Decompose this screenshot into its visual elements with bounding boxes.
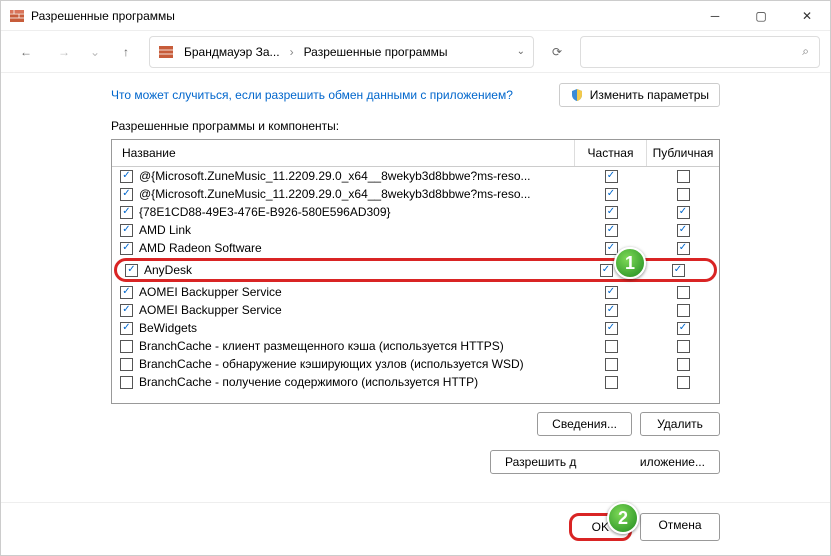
- row-enabled-checkbox[interactable]: ✓: [120, 206, 133, 219]
- help-link[interactable]: Что может случиться, если разрешить обме…: [111, 88, 513, 102]
- col-name[interactable]: Название: [112, 140, 575, 166]
- private-checkbox[interactable]: ✓: [605, 188, 618, 201]
- public-checkbox[interactable]: ✓: [672, 264, 685, 277]
- breadcrumb-seg2[interactable]: Разрешенные программы: [304, 45, 448, 59]
- public-checkbox[interactable]: [677, 188, 690, 201]
- cancel-button[interactable]: Отмена: [640, 513, 720, 541]
- row-enabled-checkbox[interactable]: ✓: [120, 188, 133, 201]
- col-public[interactable]: Публичная: [647, 140, 719, 166]
- minimize-button[interactable]: ─: [692, 1, 738, 31]
- public-checkbox[interactable]: [677, 376, 690, 389]
- row-label: AOMEI Backupper Service: [139, 303, 282, 317]
- private-checkbox[interactable]: ✓: [600, 264, 613, 277]
- titlebar: Разрешенные программы ─ ▢ ✕: [1, 1, 830, 31]
- row-enabled-checkbox[interactable]: [120, 340, 133, 353]
- chevron-down-icon[interactable]: ⌄: [517, 46, 525, 57]
- public-checkbox[interactable]: ✓: [677, 206, 690, 219]
- table-row[interactable]: BranchCache - клиент размещенного кэша (…: [112, 337, 719, 355]
- table-row[interactable]: ✓ @{Microsoft.ZuneMusic_11.2209.29.0_x64_…: [112, 185, 719, 203]
- delete-button[interactable]: Удалить: [640, 412, 720, 436]
- public-checkbox[interactable]: ✓: [677, 224, 690, 237]
- table-row[interactable]: ✓ AOMEI Backupper Service ✓: [112, 283, 719, 301]
- row-label: {78E1CD88-49E3-476E-B926-580E596AD309}: [139, 205, 391, 219]
- marker-2: 2: [607, 502, 639, 534]
- row-enabled-checkbox[interactable]: ✓: [120, 304, 133, 317]
- table-row[interactable]: BranchCache - обнаружение кэширующих узл…: [112, 355, 719, 373]
- breadcrumb-seg1[interactable]: Брандмауэр За...: [184, 45, 280, 59]
- row-enabled-checkbox[interactable]: ✓: [120, 286, 133, 299]
- forward-button[interactable]: →: [49, 37, 79, 67]
- search-input[interactable]: ⌕: [580, 36, 820, 68]
- private-checkbox[interactable]: ✓: [605, 206, 618, 219]
- breadcrumb[interactable]: Брандмауэр За... › Разрешенные программы…: [149, 36, 534, 68]
- private-checkbox[interactable]: [605, 358, 618, 371]
- row-enabled-checkbox[interactable]: ✓: [120, 322, 133, 335]
- row-label: BranchCache - обнаружение кэширующих узл…: [139, 357, 524, 371]
- chevron-right-icon: ›: [290, 45, 294, 59]
- row-enabled-checkbox[interactable]: ✓: [120, 242, 133, 255]
- row-enabled-checkbox[interactable]: ✓: [120, 170, 133, 183]
- table-row[interactable]: ✓ @{Microsoft.ZuneMusic_11.2209.29.0_x64_…: [112, 167, 719, 185]
- details-button[interactable]: Сведения...: [537, 412, 632, 436]
- allow-another-app-button[interactable]: Разрешить д иложение...: [490, 450, 720, 474]
- shield-icon: [570, 88, 584, 102]
- row-label: AMD Link: [139, 223, 191, 237]
- table-row[interactable]: ✓ AMD Link ✓ ✓: [112, 221, 719, 239]
- close-button[interactable]: ✕: [784, 1, 830, 31]
- change-settings-label: Изменить параметры: [590, 88, 709, 102]
- private-checkbox[interactable]: ✓: [605, 286, 618, 299]
- navbar: ← → ⌄ ↑ Брандмауэр За... › Разрешенные п…: [1, 31, 830, 73]
- row-label: BeWidgets: [139, 321, 197, 335]
- public-checkbox[interactable]: ✓: [677, 322, 690, 335]
- private-checkbox[interactable]: ✓: [605, 224, 618, 237]
- section-label: Разрешенные программы и компоненты:: [111, 119, 720, 133]
- history-dropdown[interactable]: ⌄: [87, 37, 103, 67]
- row-label: AnyDesk: [144, 263, 192, 277]
- private-checkbox[interactable]: ✓: [605, 304, 618, 317]
- table-row[interactable]: ✓ AOMEI Backupper Service ✓: [112, 301, 719, 319]
- row-label: @{Microsoft.ZuneMusic_11.2209.29.0_x64__…: [139, 169, 531, 183]
- firewall-icon: [158, 44, 174, 60]
- allow-another-right: иложение...: [640, 455, 705, 469]
- marker-1: 1: [614, 247, 646, 279]
- table-row[interactable]: BranchCache - получение содержимого (исп…: [112, 373, 719, 391]
- public-checkbox[interactable]: [677, 358, 690, 371]
- up-button[interactable]: ↑: [111, 37, 141, 67]
- row-label: @{Microsoft.ZuneMusic_11.2209.29.0_x64__…: [139, 187, 531, 201]
- row-enabled-checkbox[interactable]: [120, 358, 133, 371]
- refresh-button[interactable]: ⟳: [542, 37, 572, 67]
- row-label: AOMEI Backupper Service: [139, 285, 282, 299]
- private-checkbox[interactable]: ✓: [605, 322, 618, 335]
- private-checkbox[interactable]: [605, 376, 618, 389]
- private-checkbox[interactable]: [605, 340, 618, 353]
- allow-another-left: Разрешить д: [505, 455, 576, 469]
- search-icon: ⌕: [802, 44, 809, 59]
- public-checkbox[interactable]: [677, 304, 690, 317]
- firewall-icon: [9, 8, 25, 24]
- row-enabled-checkbox[interactable]: ✓: [120, 224, 133, 237]
- back-button[interactable]: ←: [11, 37, 41, 67]
- col-private[interactable]: Частная: [575, 140, 647, 166]
- change-settings-button[interactable]: Изменить параметры: [559, 83, 720, 107]
- table-row[interactable]: ✓ BeWidgets ✓ ✓: [112, 319, 719, 337]
- private-checkbox[interactable]: ✓: [605, 242, 618, 255]
- public-checkbox[interactable]: ✓: [677, 242, 690, 255]
- public-checkbox[interactable]: [677, 340, 690, 353]
- row-label: AMD Radeon Software: [139, 241, 262, 255]
- public-checkbox[interactable]: [677, 170, 690, 183]
- window-title: Разрешенные программы: [31, 9, 175, 23]
- table-row[interactable]: ✓ {78E1CD88-49E3-476E-B926-580E596AD309} ✓…: [112, 203, 719, 221]
- public-checkbox[interactable]: [677, 286, 690, 299]
- row-enabled-checkbox[interactable]: [120, 376, 133, 389]
- private-checkbox[interactable]: ✓: [605, 170, 618, 183]
- row-label: BranchCache - получение содержимого (исп…: [139, 375, 478, 389]
- row-label: BranchCache - клиент размещенного кэша (…: [139, 339, 504, 353]
- maximize-button[interactable]: ▢: [738, 1, 784, 31]
- row-enabled-checkbox[interactable]: ✓: [125, 264, 138, 277]
